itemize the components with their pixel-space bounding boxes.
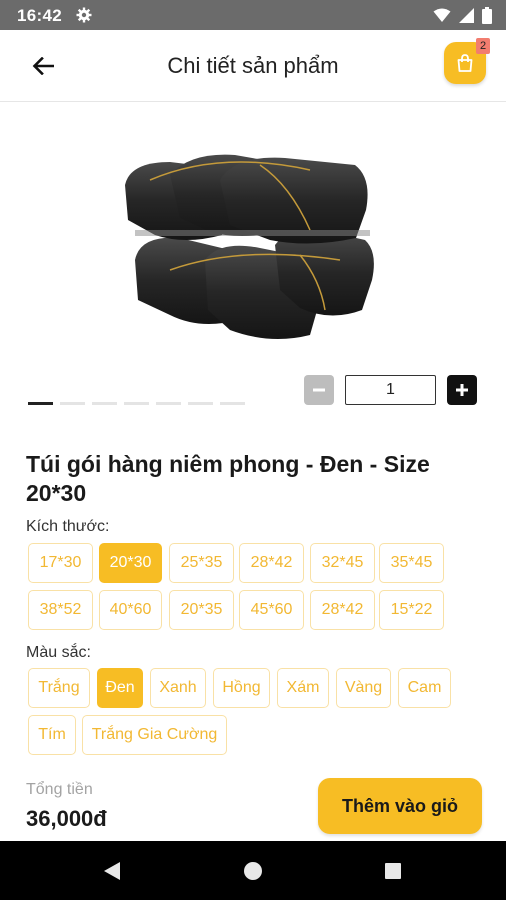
- nav-recents-icon: [385, 863, 401, 879]
- nav-back-button[interactable]: [100, 859, 124, 883]
- quantity-decrease-button[interactable]: [304, 375, 334, 405]
- image-pager-dots: [28, 402, 245, 405]
- wifi-icon: [433, 8, 451, 22]
- size-chip[interactable]: 28*42: [310, 590, 375, 630]
- pager-dot[interactable]: [60, 402, 85, 405]
- nav-home-button[interactable]: [241, 859, 265, 883]
- size-chip[interactable]: 25*35: [169, 543, 234, 583]
- size-chip[interactable]: 45*60: [239, 590, 304, 630]
- plus-icon: [456, 384, 468, 396]
- color-chip-selected[interactable]: Đen: [97, 668, 143, 708]
- minus-icon: [313, 388, 325, 392]
- size-chip[interactable]: 38*52: [28, 590, 93, 630]
- size-chip[interactable]: 40*60: [99, 590, 162, 630]
- cart-count-badge: 2: [476, 38, 490, 54]
- size-chip[interactable]: 28*42: [239, 543, 304, 583]
- size-chip-selected[interactable]: 20*30: [99, 543, 162, 583]
- pager-dot[interactable]: [92, 402, 117, 405]
- signal-icon: [459, 8, 474, 23]
- color-chip[interactable]: Hồng: [213, 668, 270, 708]
- product-name: Túi gói hàng niêm phong - Đen - Size 20*…: [26, 451, 430, 506]
- size-chip[interactable]: 15*22: [379, 590, 444, 630]
- size-chip[interactable]: 17*30: [28, 543, 93, 583]
- status-bar: 16:42: [0, 0, 506, 30]
- color-chip[interactable]: Vàng: [336, 668, 391, 708]
- size-chip[interactable]: 32*45: [310, 543, 375, 583]
- pager-dot[interactable]: [220, 402, 245, 405]
- page-title: Chi tiết sản phẩm: [167, 53, 339, 78]
- add-to-cart-button[interactable]: Thêm vào giỏ: [318, 778, 482, 834]
- size-label: Kích thước:: [26, 518, 110, 535]
- quantity-increase-button[interactable]: [447, 375, 477, 405]
- quantity-input[interactable]: [345, 375, 436, 405]
- nav-recents-button[interactable]: [381, 859, 405, 883]
- color-chip[interactable]: Tím: [28, 715, 76, 755]
- system-nav-bar: [0, 841, 506, 900]
- size-chip[interactable]: 20*35: [169, 590, 234, 630]
- color-chip[interactable]: Trắng Gia Cường: [82, 715, 227, 755]
- pager-dot[interactable]: [156, 402, 181, 405]
- nav-home-icon: [244, 862, 262, 880]
- color-chip[interactable]: Cam: [398, 668, 451, 708]
- shopping-bag-icon: [457, 54, 473, 72]
- pager-dot[interactable]: [188, 402, 213, 405]
- size-chip[interactable]: 35*45: [379, 543, 444, 583]
- color-chip[interactable]: Xám: [277, 668, 329, 708]
- color-label: Màu sắc:: [26, 644, 91, 661]
- status-time: 16:42: [17, 6, 62, 25]
- app-header: Chi tiết sản phẩm: [0, 30, 506, 102]
- product-image[interactable]: [110, 140, 390, 350]
- settings-gear-icon: [76, 7, 92, 23]
- color-chip[interactable]: Trắng: [28, 668, 90, 708]
- battery-icon: [482, 7, 492, 24]
- pager-dot[interactable]: [124, 402, 149, 405]
- total-price: 36,000đ: [26, 806, 107, 831]
- total-label: Tổng tiền: [26, 781, 93, 798]
- pager-dot[interactable]: [28, 402, 53, 405]
- color-chip[interactable]: Xanh: [150, 668, 206, 708]
- nav-back-icon: [104, 862, 120, 880]
